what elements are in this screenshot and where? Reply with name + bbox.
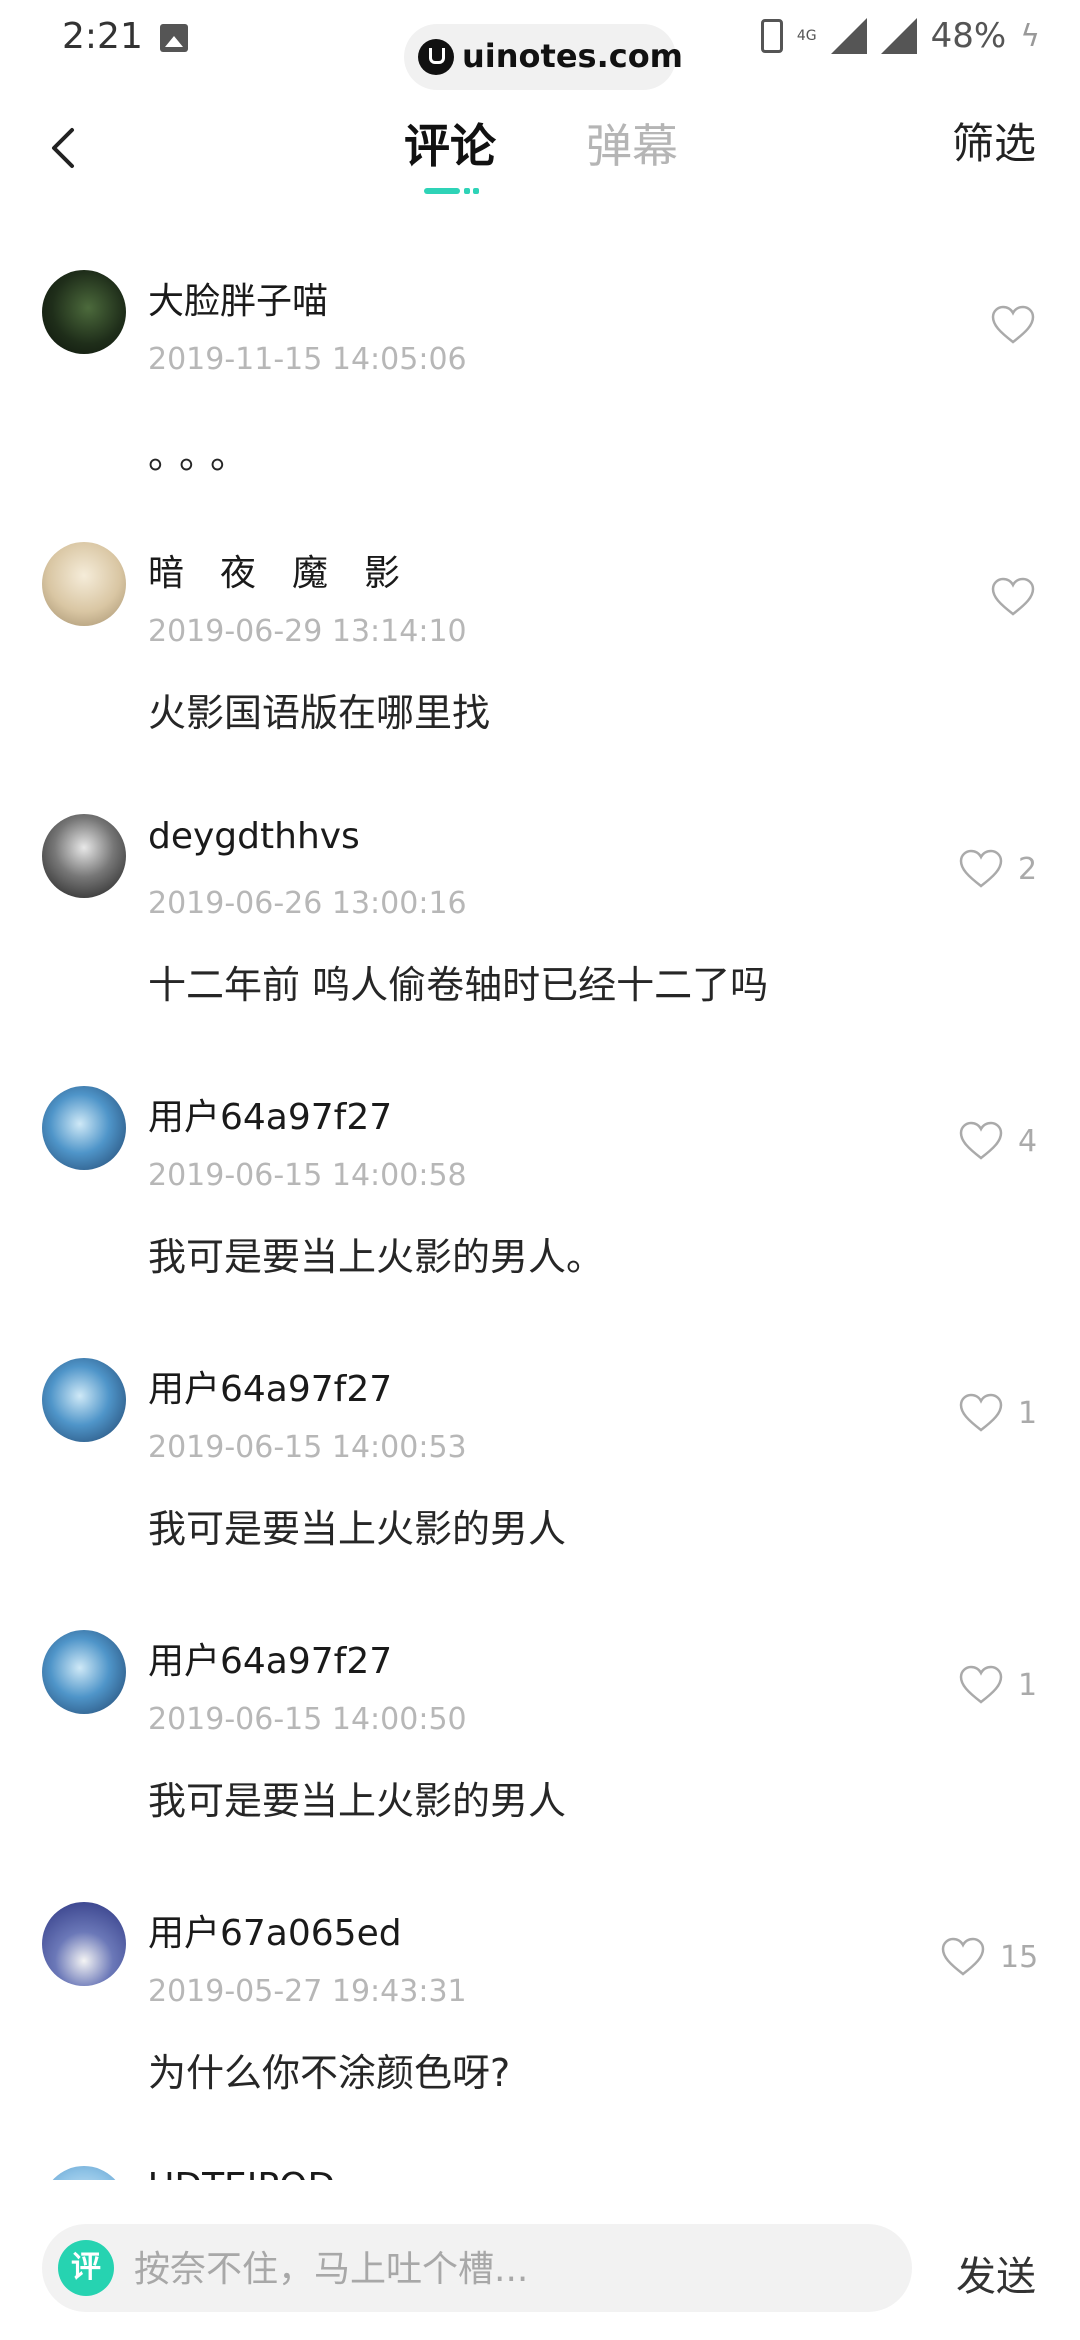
- comment-text[interactable]: 火影国语版在哪里找: [148, 682, 490, 737]
- like-count: 15: [1000, 1939, 1039, 1975]
- comment-input[interactable]: [132, 2224, 896, 2314]
- comment-text[interactable]: 为什么你不涂颜色呀?: [148, 2042, 510, 2097]
- avatar[interactable]: [42, 1902, 126, 1986]
- comment-text[interactable]: 。。。: [148, 424, 260, 479]
- heart-icon: [991, 577, 1035, 616]
- like-button[interactable]: [990, 576, 1050, 618]
- uinotes-logo-icon: [418, 39, 454, 75]
- like-button[interactable]: 1: [958, 1392, 1037, 1434]
- vibrate-icon: [760, 19, 783, 53]
- avatar[interactable]: [42, 1086, 126, 1170]
- status-icons: 4G 48% ϟ: [760, 16, 1040, 56]
- status-time: 2:21: [62, 16, 143, 57]
- avatar[interactable]: [42, 2166, 126, 2180]
- like-count: 1: [1018, 1667, 1038, 1703]
- comment-text[interactable]: 十二年前 鸣人偷卷轴时已经十二了吗: [148, 954, 768, 1009]
- heart-icon: [941, 1937, 985, 1976]
- timestamp: 2019-06-15 14:00:58: [148, 1158, 467, 1193]
- battery-percent: 48%: [930, 16, 1007, 56]
- comment-text[interactable]: 我可是要当上火影的男人: [148, 1770, 566, 1825]
- send-button[interactable]: 发送: [956, 2244, 1036, 2302]
- timestamp: 2019-05-27 19:43:31: [148, 1974, 467, 2009]
- avatar[interactable]: [42, 1358, 126, 1442]
- like-button[interactable]: 1: [958, 1664, 1037, 1706]
- comment-input-container[interactable]: 评: [42, 2224, 912, 2314]
- charging-icon: ϟ: [1020, 18, 1040, 54]
- username[interactable]: deygdthhvs: [148, 816, 360, 857]
- like-button[interactable]: 4: [958, 1120, 1037, 1162]
- comment-item-partial: UDTEIPQD: [0, 2166, 1080, 2180]
- timestamp: 2019-06-26 13:00:16: [148, 886, 467, 921]
- username[interactable]: 暗 夜 魔 影: [148, 544, 400, 596]
- like-button[interactable]: 15: [940, 1936, 1038, 1978]
- network-label: 4G: [796, 28, 817, 44]
- header: 评论 弹幕 筛选: [0, 96, 1080, 206]
- avatar[interactable]: [42, 270, 126, 354]
- username[interactable]: 大脸胖子喵: [148, 272, 328, 324]
- like-button[interactable]: [990, 304, 1050, 346]
- like-button[interactable]: 2: [958, 848, 1037, 890]
- avatar[interactable]: [42, 1630, 126, 1714]
- tab-danmaku[interactable]: 弹幕: [586, 110, 678, 176]
- back-icon[interactable]: [36, 118, 96, 178]
- comment-text[interactable]: 我可是要当上火影的男人。: [148, 1226, 604, 1281]
- heart-icon: [959, 849, 1003, 888]
- watermark-text: uinotes.com: [462, 37, 684, 75]
- like-count: 1: [1018, 1395, 1038, 1431]
- heart-icon: [959, 1121, 1003, 1160]
- avatar[interactable]: [42, 814, 126, 898]
- comment-badge-icon: 评: [58, 2240, 114, 2296]
- active-tab-indicator-dots: [464, 188, 470, 194]
- timestamp: 2019-11-15 14:05:06: [148, 342, 467, 377]
- like-count: 4: [1018, 1123, 1038, 1159]
- timestamp: 2019-06-15 14:00:50: [148, 1702, 467, 1737]
- status-bar: 2:21 uinotes.com 4G 48% ϟ: [0, 0, 1080, 90]
- active-tab-indicator: [424, 188, 460, 194]
- username[interactable]: 用户64a97f27: [148, 1632, 392, 1684]
- signal-icon-2: [880, 18, 917, 54]
- username[interactable]: UDTEIPQD: [148, 2166, 335, 2180]
- comment-text[interactable]: 我可是要当上火影的男人: [148, 1498, 566, 1553]
- like-count: 2: [1018, 851, 1038, 887]
- signal-icon: [830, 18, 867, 54]
- avatar[interactable]: [42, 542, 126, 626]
- username[interactable]: 用户67a065ed: [148, 1904, 402, 1956]
- watermark: uinotes.com: [404, 24, 683, 90]
- image-notification-icon: [160, 24, 188, 52]
- heart-icon: [959, 1393, 1003, 1432]
- filter-button[interactable]: 筛选: [952, 110, 1036, 171]
- timestamp: 2019-06-29 13:14:10: [148, 614, 467, 649]
- tab-comments[interactable]: 评论: [404, 110, 496, 176]
- heart-icon: [991, 305, 1035, 344]
- username[interactable]: 用户64a97f27: [148, 1360, 392, 1412]
- heart-icon: [959, 1665, 1003, 1704]
- comment-input-bar: 评 发送: [0, 2180, 1080, 2340]
- timestamp: 2019-06-15 14:00:53: [148, 1430, 467, 1465]
- username[interactable]: 用户64a97f27: [148, 1088, 392, 1140]
